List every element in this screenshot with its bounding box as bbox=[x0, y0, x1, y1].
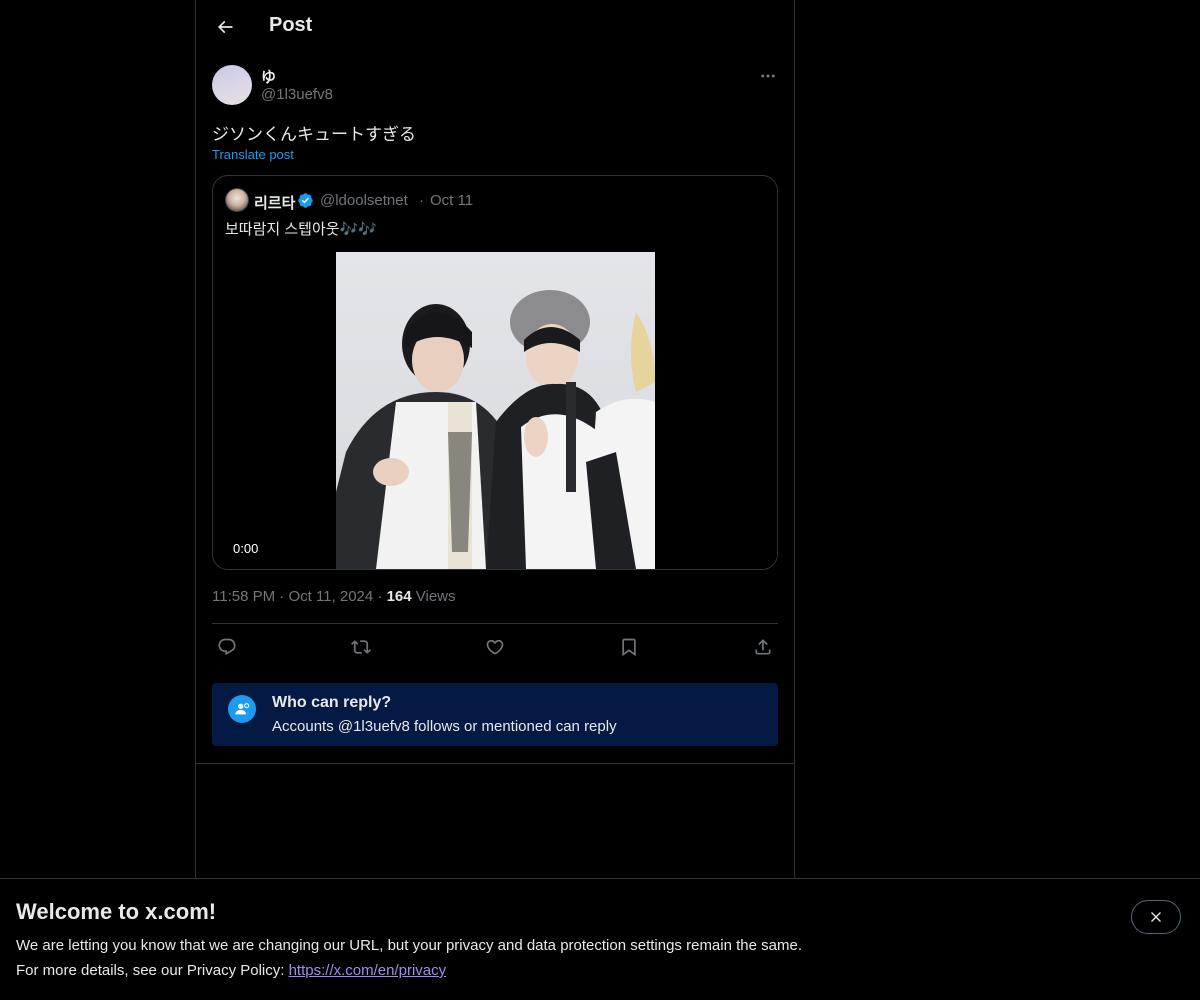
share-icon bbox=[755, 639, 771, 655]
banner-title: Welcome to x.com! bbox=[16, 899, 217, 924]
reply-icon bbox=[218, 638, 236, 656]
reply-restriction-notice: Who can reply? Accounts @1l3uefv8 follow… bbox=[212, 683, 778, 746]
bookmark-button[interactable] bbox=[616, 634, 642, 660]
video-still-image bbox=[336, 290, 655, 569]
quoted-author-avatar[interactable] bbox=[225, 188, 249, 212]
banner-privacy-prefix: For more details, see our Privacy Policy… bbox=[16, 962, 289, 979]
quoted-post-text: 보따람지 스텝아웃🎶🎶 bbox=[225, 221, 377, 238]
quoted-author-handle[interactable]: @ldoolsetnet bbox=[320, 192, 408, 209]
separator-dot: · bbox=[419, 192, 424, 209]
banner-message: We are letting you know that we are chan… bbox=[16, 937, 802, 954]
divider bbox=[212, 623, 778, 624]
share-button[interactable] bbox=[750, 634, 776, 660]
reply-button[interactable] bbox=[214, 634, 240, 660]
more-options-button[interactable] bbox=[756, 64, 780, 88]
more-horizontal-icon bbox=[761, 74, 775, 78]
quoted-author-display-name[interactable]: 리르타 bbox=[254, 192, 295, 213]
back-button[interactable] bbox=[208, 10, 242, 44]
reply-restriction-title: Who can reply? bbox=[272, 694, 392, 711]
separator-dot: · bbox=[377, 588, 383, 605]
views-count: 164 bbox=[386, 588, 412, 605]
welcome-banner: Welcome to x.com! We are letting you kno… bbox=[0, 878, 1200, 1000]
post-time[interactable]: 11:58 PM bbox=[212, 588, 275, 605]
page-title: Post bbox=[269, 14, 313, 36]
author-handle[interactable]: @1l3uefv8 bbox=[261, 86, 333, 103]
heart-icon bbox=[486, 639, 504, 655]
reply-restriction-subtitle: Accounts @1l3uefv8 follows or mentioned … bbox=[272, 718, 617, 735]
separator-dot: · bbox=[279, 588, 285, 605]
page-header: Post bbox=[196, 0, 794, 54]
author-avatar[interactable] bbox=[212, 65, 252, 105]
banner-privacy-line: For more details, see our Privacy Policy… bbox=[16, 962, 446, 979]
post-date[interactable]: Oct 11, 2024 bbox=[288, 588, 373, 605]
close-banner-button[interactable] bbox=[1131, 900, 1181, 934]
video-thumbnail[interactable] bbox=[336, 252, 655, 569]
author-display-name[interactable]: ゆ bbox=[261, 66, 276, 87]
post-text: ジソンくんキュートすぎる bbox=[212, 125, 416, 144]
post-metadata: 11:58 PM · Oct 11, 2024 · 164 Views bbox=[212, 588, 456, 605]
person-mention-icon bbox=[228, 695, 256, 723]
video-player[interactable]: 0:00 bbox=[213, 252, 777, 569]
like-button[interactable] bbox=[482, 634, 508, 660]
repost-button[interactable] bbox=[348, 634, 374, 660]
bookmark-icon bbox=[622, 638, 636, 657]
verified-badge-icon bbox=[298, 193, 313, 208]
quoted-post[interactable]: 리르타 @ldoolsetnet · Oct 11 보따람지 스텝아웃🎶🎶 0:… bbox=[212, 175, 778, 570]
close-icon bbox=[1151, 912, 1161, 922]
arrow-left-icon bbox=[217, 20, 233, 34]
views-label: Views bbox=[415, 588, 456, 605]
divider bbox=[196, 763, 794, 764]
privacy-policy-link[interactable]: https://x.com/en/privacy bbox=[289, 962, 447, 979]
repost-icon bbox=[351, 640, 371, 654]
video-timestamp: 0:00 bbox=[225, 539, 267, 558]
main-column: Post ゆ @1l3uefv8 ジソンくんキュートすぎる Translate … bbox=[195, 0, 795, 878]
quoted-post-date[interactable]: Oct 11 bbox=[430, 192, 473, 209]
translate-post-link[interactable]: Translate post bbox=[212, 147, 294, 162]
